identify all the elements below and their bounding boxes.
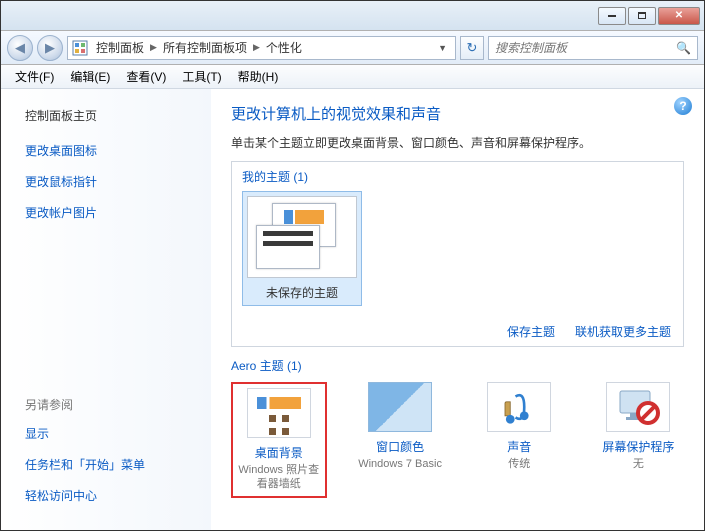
theme-thumbnail bbox=[247, 196, 357, 278]
see-also-ease-of-access[interactable]: 轻松访问中心 bbox=[25, 487, 199, 504]
sidebar-task-desktop-icons[interactable]: 更改桌面图标 bbox=[25, 142, 199, 159]
option-subtitle: Windows 照片查看器墙纸 bbox=[235, 463, 323, 492]
option-title: 桌面背景 bbox=[235, 444, 323, 461]
option-window-color[interactable]: 窗口颜色 Windows 7 Basic bbox=[355, 382, 446, 498]
option-sounds[interactable]: 声音 传统 bbox=[474, 382, 565, 498]
search-box[interactable]: 🔍 bbox=[488, 36, 698, 60]
control-panel-home-link[interactable]: 控制面板主页 bbox=[25, 107, 199, 124]
address-bar[interactable]: 控制面板 ▶ 所有控制面板项 ▶ 个性化 ▼ bbox=[67, 36, 456, 60]
option-title: 屏幕保护程序 bbox=[593, 438, 684, 455]
sounds-thumbnail bbox=[487, 382, 551, 432]
screensaver-thumbnail bbox=[606, 382, 670, 432]
back-button[interactable]: ◀ bbox=[7, 35, 33, 61]
chevron-right-icon[interactable]: ▶ bbox=[146, 42, 161, 53]
help-icon[interactable]: ? bbox=[674, 97, 692, 115]
menu-edit[interactable]: 编辑(E) bbox=[62, 66, 118, 87]
maximize-button[interactable] bbox=[628, 7, 656, 25]
refresh-button[interactable]: ↻ bbox=[460, 36, 484, 60]
breadcrumb-leaf[interactable]: 个性化 bbox=[264, 39, 304, 56]
content-pane: ? 更改计算机上的视觉效果和声音 单击某个主题立即更改桌面背景、窗口颜色、声音和… bbox=[211, 89, 704, 530]
see-also-heading: 另请参阅 bbox=[25, 396, 199, 413]
option-subtitle: Windows 7 Basic bbox=[355, 457, 446, 471]
option-subtitle: 传统 bbox=[474, 457, 565, 471]
page-description: 单击某个主题立即更改桌面背景、窗口颜色、声音和屏幕保护程序。 bbox=[231, 134, 684, 151]
personalization-options-row: 桌面背景 Windows 照片查看器墙纸 窗口颜色 Windows 7 Basi… bbox=[231, 382, 684, 498]
aero-themes-label: Aero 主题 (1) bbox=[231, 357, 684, 374]
my-themes-group: 我的主题 (1) 未保存的主题 保存主题 联机获取更多主题 bbox=[231, 161, 684, 347]
get-more-themes-link[interactable]: 联机获取更多主题 bbox=[575, 323, 671, 340]
control-panel-icon bbox=[72, 40, 88, 56]
option-desktop-background[interactable]: 桌面背景 Windows 照片查看器墙纸 bbox=[231, 382, 327, 498]
sidebar-task-account-picture[interactable]: 更改帐户图片 bbox=[25, 204, 199, 221]
see-also-display[interactable]: 显示 bbox=[25, 425, 199, 442]
theme-tile-unsaved[interactable]: 未保存的主题 bbox=[242, 191, 362, 306]
menu-tools[interactable]: 工具(T) bbox=[174, 66, 229, 87]
theme-name-label: 未保存的主题 bbox=[247, 284, 357, 301]
sidebar: 控制面板主页 更改桌面图标 更改鼠标指针 更改帐户图片 另请参阅 显示 任务栏和… bbox=[1, 89, 211, 530]
desktop-background-thumbnail bbox=[247, 388, 311, 438]
window-color-thumbnail bbox=[368, 382, 432, 432]
menu-help[interactable]: 帮助(H) bbox=[230, 66, 287, 87]
see-also-taskbar[interactable]: 任务栏和「开始」菜单 bbox=[25, 456, 199, 473]
option-title: 声音 bbox=[474, 438, 565, 455]
menu-bar: 文件(F) 编辑(E) 查看(V) 工具(T) 帮助(H) bbox=[1, 65, 704, 89]
navigation-bar: ◀ ▶ 控制面板 ▶ 所有控制面板项 ▶ 个性化 ▼ ↻ 🔍 bbox=[1, 31, 704, 65]
close-button[interactable]: ✕ bbox=[658, 7, 700, 25]
menu-view[interactable]: 查看(V) bbox=[118, 66, 174, 87]
option-subtitle: 无 bbox=[593, 457, 684, 471]
address-dropdown-icon[interactable]: ▼ bbox=[434, 43, 451, 53]
body: 控制面板主页 更改桌面图标 更改鼠标指针 更改帐户图片 另请参阅 显示 任务栏和… bbox=[1, 89, 704, 530]
theme-actions: 保存主题 联机获取更多主题 bbox=[507, 323, 671, 340]
minimize-button[interactable] bbox=[598, 7, 626, 25]
forward-button[interactable]: ▶ bbox=[37, 35, 63, 61]
window-titlebar: ✕ bbox=[1, 1, 704, 31]
breadcrumb-mid[interactable]: 所有控制面板项 bbox=[161, 39, 249, 56]
search-input[interactable] bbox=[495, 41, 676, 55]
sidebar-task-mouse-pointers[interactable]: 更改鼠标指针 bbox=[25, 173, 199, 190]
my-themes-label: 我的主题 (1) bbox=[242, 168, 673, 185]
option-title: 窗口颜色 bbox=[355, 438, 446, 455]
search-icon: 🔍 bbox=[676, 41, 691, 55]
option-screensaver[interactable]: 屏幕保护程序 无 bbox=[593, 382, 684, 498]
breadcrumb-root[interactable]: 控制面板 bbox=[94, 39, 146, 56]
page-title: 更改计算机上的视觉效果和声音 bbox=[231, 103, 684, 124]
menu-file[interactable]: 文件(F) bbox=[7, 66, 62, 87]
save-theme-link[interactable]: 保存主题 bbox=[507, 323, 555, 340]
chevron-right-icon[interactable]: ▶ bbox=[249, 42, 264, 53]
